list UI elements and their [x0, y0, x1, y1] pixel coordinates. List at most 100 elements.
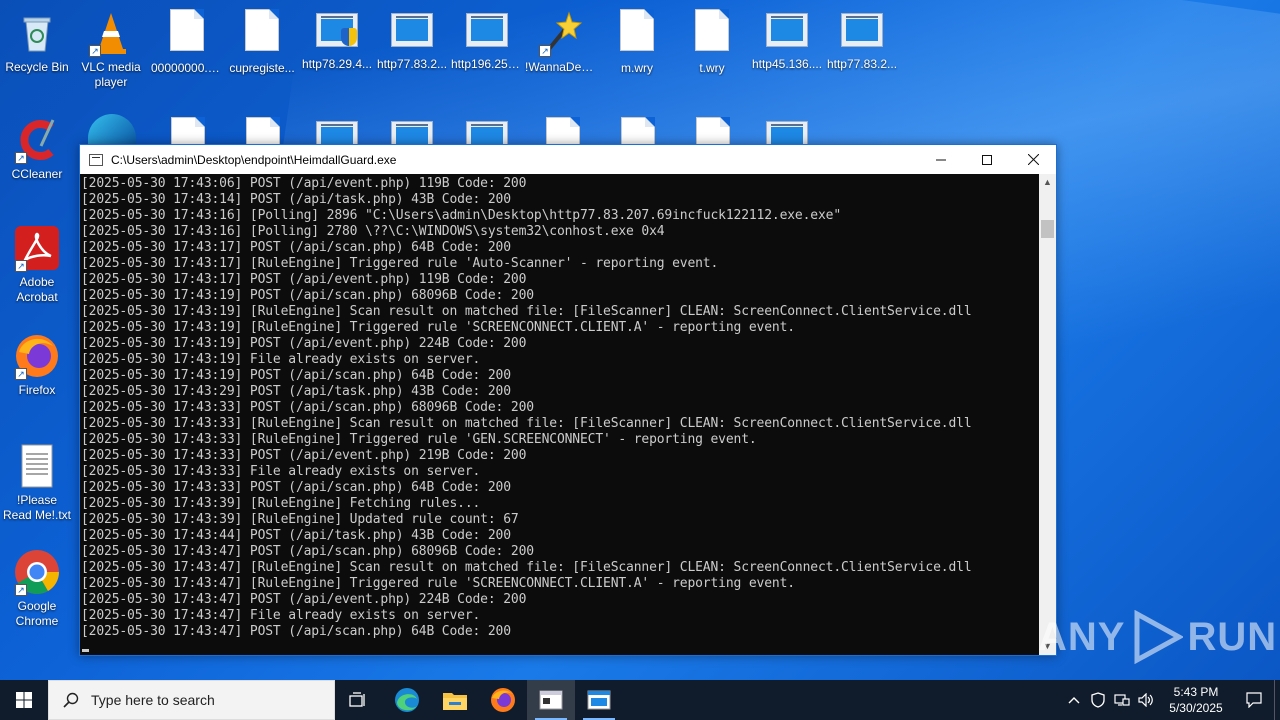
- desktop-icon-file[interactable]: t.wry: [675, 5, 749, 76]
- text-file-icon: [13, 442, 61, 490]
- volume-icon[interactable]: [1134, 680, 1158, 720]
- console-line: [2025-05-30 17:43:06] POST (/api/event.p…: [81, 176, 527, 191]
- shortcut-arrow-icon: ↗: [15, 368, 27, 380]
- console-window[interactable]: C:\Users\admin\Desktop\endpoint\Heimdall…: [79, 144, 1057, 656]
- console-scrollbar[interactable]: ▲ ▼: [1039, 174, 1056, 655]
- desktop-icon-file[interactable]: 00000000.res: [150, 5, 224, 76]
- taskbar-console-2[interactable]: [575, 680, 623, 720]
- desktop-icon-text-file[interactable]: !Please Read Me!.txt: [0, 438, 74, 523]
- desktop-icon-wannadecryptor[interactable]: ↗ !WannaDec...: [524, 5, 598, 75]
- console-line: [2025-05-30 17:43:17] POST (/api/event.p…: [81, 272, 527, 287]
- play-triangle-icon: [1134, 610, 1184, 664]
- icon-label: !Please Read Me!.txt: [2, 493, 72, 522]
- file-explorer-icon: [443, 693, 467, 710]
- task-view-button[interactable]: [335, 680, 383, 720]
- console-line: [2025-05-30 17:43:33] POST (/api/event.p…: [81, 448, 527, 463]
- magic-wand-icon: ↗: [537, 9, 585, 57]
- task-view-icon: [349, 692, 365, 707]
- close-icon: [1027, 154, 1039, 165]
- show-desktop-button[interactable]: [1274, 680, 1280, 720]
- console-line: [2025-05-30 17:43:47] [RuleEngine] Scan …: [81, 560, 972, 575]
- console-line: [2025-05-30 17:43:44] POST (/api/task.ph…: [81, 528, 511, 543]
- defender-icon[interactable]: [1086, 680, 1110, 720]
- anyrun-watermark: ANY RUN: [1038, 610, 1277, 664]
- firefox-icon: [491, 688, 515, 712]
- desktop-icon-executable[interactable]: http77.83.2...: [825, 5, 899, 72]
- desktop-icon-file[interactable]: m.wry: [600, 5, 674, 76]
- console-line: [2025-05-30 17:43:33] File already exist…: [81, 464, 481, 479]
- scroll-up-arrow-icon[interactable]: ▲: [1039, 174, 1056, 191]
- desktop-icon-ccleaner[interactable]: ↗ CCleaner: [0, 112, 74, 182]
- window-app-icon: [391, 13, 433, 47]
- icon-label: Google Chrome: [15, 599, 59, 628]
- console-line: [2025-05-30 17:43:19] POST (/api/scan.ph…: [81, 288, 534, 303]
- edge-icon[interactable]: [88, 114, 136, 144]
- console-line: [2025-05-30 17:43:33] [RuleEngine] Scan …: [81, 416, 972, 431]
- taskbar-console-heimdallguard[interactable]: [527, 680, 575, 720]
- desktop-icon-executable[interactable]: http196.251...: [450, 5, 524, 72]
- desktop-icon-vlc[interactable]: ↗ VLC media player: [74, 5, 148, 90]
- icon-label: Recycle Bin: [5, 60, 69, 74]
- window-app-icon: [841, 13, 883, 47]
- console-output[interactable]: [2025-05-30 17:43:06] POST (/api/event.p…: [80, 174, 1040, 655]
- console-line: [2025-05-30 17:43:29] POST (/api/task.ph…: [81, 384, 511, 399]
- watermark-text-left: ANY: [1038, 614, 1126, 659]
- icon-label: m.wry: [621, 61, 653, 75]
- console-line: [2025-05-30 17:43:47] POST (/api/scan.ph…: [81, 624, 511, 639]
- console-line: [2025-05-30 17:43:19] POST (/api/scan.ph…: [81, 368, 511, 383]
- console-line: [2025-05-30 17:43:14] POST (/api/task.ph…: [81, 192, 511, 207]
- icon-label: 00000000.res: [151, 61, 224, 75]
- uac-shield-icon: [341, 28, 357, 46]
- scrollbar-thumb[interactable]: [1041, 220, 1054, 238]
- shortcut-arrow-icon: ↗: [15, 152, 27, 164]
- console-line: [2025-05-30 17:43:33] POST (/api/scan.ph…: [81, 400, 534, 415]
- start-button[interactable]: [0, 680, 48, 720]
- desktop-icon-acrobat[interactable]: ↗ Adobe Acrobat: [0, 220, 74, 305]
- taskbar-edge[interactable]: [383, 680, 431, 720]
- icon-label: http196.251...: [451, 57, 524, 71]
- desktop-icon-executable[interactable]: http77.83.2...: [375, 5, 449, 72]
- taskbar-file-explorer[interactable]: [431, 680, 479, 720]
- minimize-icon: [936, 159, 946, 160]
- desktop-icon-executable[interactable]: http78.29.4...: [300, 5, 374, 72]
- chevron-up-icon[interactable]: [1062, 680, 1086, 720]
- console-line: [2025-05-30 17:43:16] [Polling] 2780 \??…: [81, 224, 665, 239]
- vlc-cone-icon: ↗: [87, 9, 135, 57]
- taskbar-search-box[interactable]: Type here to search: [48, 680, 335, 720]
- icon-label: http77.83.2...: [376, 57, 448, 71]
- icon-label: CCleaner: [11, 167, 63, 181]
- console-line: [2025-05-30 17:43:47] POST (/api/scan.ph…: [81, 544, 534, 559]
- maximize-button[interactable]: [964, 145, 1010, 174]
- desktop-icon-chrome[interactable]: ↗ Google Chrome: [0, 544, 74, 629]
- search-placeholder: Type here to search: [91, 692, 215, 708]
- desktop-icon-file[interactable]: cupregiste...: [225, 5, 299, 76]
- firefox-icon: ↗: [13, 332, 61, 380]
- icon-label: cupregiste...: [229, 61, 295, 75]
- network-icon[interactable]: [1110, 680, 1134, 720]
- icon-label: VLC media player: [81, 60, 141, 89]
- taskbar-firefox[interactable]: [479, 680, 527, 720]
- maximize-icon: [982, 154, 992, 165]
- icon-label: http77.83.2...: [826, 57, 898, 71]
- icon-label: !WannaDec...: [525, 60, 598, 74]
- document-icon: [170, 9, 204, 51]
- console-cursor: [82, 649, 89, 652]
- desktop-icon-executable[interactable]: http45.136....: [750, 5, 824, 72]
- clock-date: 5/30/2025: [1169, 701, 1223, 715]
- desktop-icon-recycle-bin[interactable]: Recycle Bin: [0, 5, 74, 75]
- console-app-icon: [89, 153, 103, 166]
- minimize-button[interactable]: [918, 145, 964, 174]
- icon-label: Firefox: [18, 383, 56, 397]
- console-icon: [539, 690, 563, 710]
- console-titlebar[interactable]: C:\Users\admin\Desktop\endpoint\Heimdall…: [80, 145, 1056, 174]
- desktop-icon-firefox[interactable]: ↗ Firefox: [0, 328, 74, 398]
- window-app-icon: [316, 13, 358, 47]
- notification-icon: [1246, 692, 1262, 708]
- console-line: [2025-05-30 17:43:47] File already exist…: [81, 608, 481, 623]
- clock-time: 5:43 PM: [1173, 685, 1219, 699]
- console-line: [2025-05-30 17:43:19] [RuleEngine] Trigg…: [81, 320, 795, 335]
- close-button[interactable]: [1010, 145, 1056, 174]
- taskbar-clock[interactable]: 5:43 PM 5/30/2025: [1158, 684, 1234, 716]
- chrome-icon: ↗: [13, 548, 61, 596]
- notifications-button[interactable]: [1234, 680, 1274, 720]
